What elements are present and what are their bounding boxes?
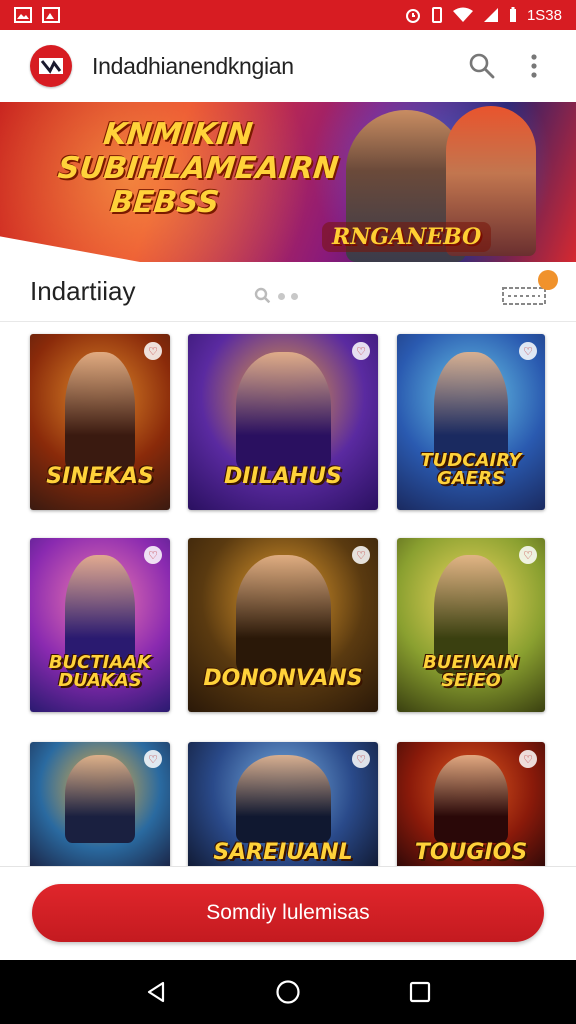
app-title: Indadhianendkngian — [92, 52, 294, 79]
status-left — [14, 7, 60, 23]
search-icon — [469, 53, 495, 79]
game-card-title: BUCTIAAK DUAKAS — [48, 652, 152, 691]
back-button[interactable] — [134, 970, 178, 1014]
wifi-icon — [452, 7, 473, 23]
banner-heading-line3: BEBSS — [108, 185, 221, 220]
game-card-title: DIILAHUS — [224, 464, 342, 489]
battery-icon — [509, 7, 517, 23]
app-logo-icon[interactable] — [30, 45, 72, 87]
signal-icon — [483, 7, 499, 23]
game-card-title: BUEIVAIN SEIEO — [423, 652, 519, 691]
home-button[interactable] — [266, 970, 310, 1014]
favorite-icon[interactable]: ♡ — [144, 750, 162, 768]
game-card[interactable]: ♡ DIILAHUS — [188, 334, 378, 510]
banner-heading-line2: SUBIHLAMEAIRN — [56, 151, 341, 186]
promo-banner[interactable]: KNMIKIN SUBIHLAMEAIRN BEBSS RNGANEBO — [0, 102, 576, 262]
game-card[interactable]: ♡ BUEIVAIN SEIEO — [397, 538, 545, 712]
favorite-icon[interactable]: ♡ — [144, 546, 162, 564]
carousel-dot[interactable] — [278, 292, 285, 300]
image-icon — [14, 7, 32, 23]
game-card-character — [65, 755, 135, 844]
recents-button[interactable] — [398, 970, 442, 1014]
game-card-character — [434, 755, 508, 844]
favorite-icon[interactable]: ♡ — [352, 546, 370, 564]
favorite-icon[interactable]: ♡ — [352, 342, 370, 360]
view-toggle-button[interactable] — [502, 283, 546, 309]
banner-heading-line1: KNMIKIN — [101, 117, 255, 152]
game-card[interactable]: ♡ TUDCAIRY GAERS — [397, 334, 545, 510]
grid-view-icon — [502, 287, 546, 305]
status-time: 1S38 — [526, 6, 562, 24]
game-card-title: TUDCAIRY GAERS — [420, 450, 522, 489]
banner-heading: KNMIKIN SUBIHLAMEAIRN BEBSS — [53, 117, 344, 220]
search-button[interactable] — [460, 44, 504, 88]
game-card-title: SAREIUANL — [213, 840, 353, 865]
carousel-indicator[interactable] — [254, 287, 298, 305]
game-card[interactable]: ♡ — [30, 742, 170, 872]
app-bar: Indadhianendkngian — [0, 30, 576, 102]
favorite-icon[interactable]: ♡ — [519, 750, 537, 768]
status-right: 1S38 — [405, 7, 562, 24]
game-card-title: SINEKAS — [46, 464, 154, 489]
home-icon — [276, 980, 300, 1004]
favorite-icon[interactable]: ♡ — [519, 342, 537, 360]
cta-button[interactable]: Somdiy lulemisas — [32, 884, 544, 942]
game-card-character — [235, 351, 331, 472]
game-card[interactable]: ♡ TOUGIOS — [397, 742, 545, 872]
game-card[interactable]: ♡ BUCTIAAK DUAKAS — [30, 538, 170, 712]
favorite-icon[interactable]: ♡ — [519, 546, 537, 564]
game-card-character — [235, 555, 331, 674]
system-nav-bar — [0, 960, 576, 1024]
game-card[interactable]: ♡ SINEKAS — [30, 334, 170, 510]
back-icon — [147, 981, 165, 1003]
game-card[interactable]: ♡ SAREIUANL — [188, 742, 378, 872]
game-card[interactable]: ♡ DONONVANS — [188, 538, 378, 712]
more-options-button[interactable] — [512, 44, 556, 88]
favorite-icon[interactable]: ♡ — [144, 342, 162, 360]
vibrate-icon — [431, 7, 443, 23]
more-vert-icon — [531, 54, 537, 78]
search-icon — [254, 287, 271, 304]
recents-icon — [409, 981, 431, 1003]
alarm-icon — [405, 7, 421, 23]
game-card-character — [235, 755, 331, 844]
photo-icon — [42, 7, 60, 23]
game-card-title: TOUGIOS — [414, 840, 528, 865]
game-card-character — [65, 351, 135, 472]
banner-game-logo: RNGANEBO — [322, 222, 492, 252]
status-bar: 1S38 — [0, 0, 576, 30]
notification-badge — [538, 270, 558, 290]
carousel-dot[interactable] — [291, 292, 298, 300]
favorite-icon[interactable]: ♡ — [352, 750, 370, 768]
game-card-title: DONONVANS — [203, 666, 363, 691]
